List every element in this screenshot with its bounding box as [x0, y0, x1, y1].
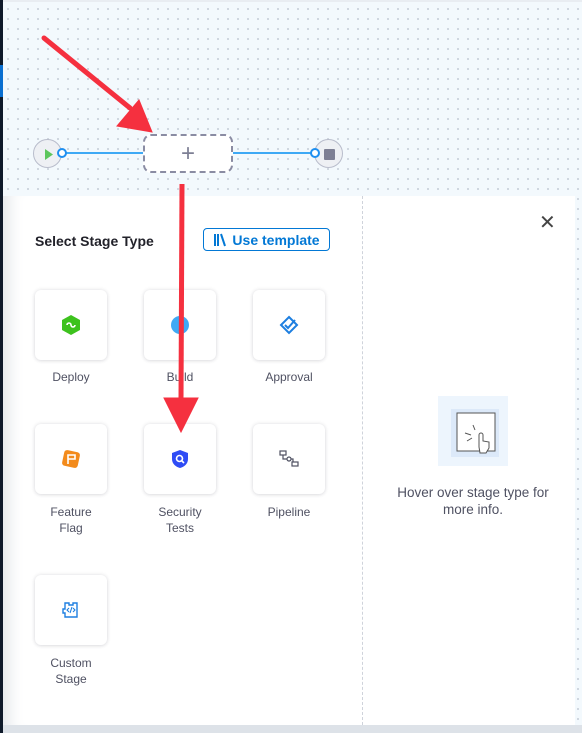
panel-divider — [362, 196, 363, 725]
stage-type-pipeline[interactable] — [253, 424, 325, 494]
hover-info-text: Hover over stage type for more info. — [397, 485, 549, 517]
deploy-icon — [62, 315, 80, 335]
stage-type-approval[interactable] — [253, 290, 325, 360]
build-icon — [171, 316, 189, 334]
add-stage-button[interactable]: + — [143, 134, 233, 173]
hand-pointer-icon — [451, 409, 499, 457]
close-icon[interactable]: ✕ — [539, 210, 556, 235]
approval-icon — [279, 315, 299, 335]
end-port — [310, 148, 320, 158]
stage-type-custom-stage[interactable] — [35, 575, 107, 645]
stage-label-deploy: Deploy — [52, 370, 90, 384]
connector-line — [64, 152, 144, 154]
stage-label-build: Build — [166, 370, 194, 384]
panel-title: Select Stage Type — [35, 233, 154, 249]
pipeline-icon — [279, 450, 299, 467]
stage-label-approval: Approval — [265, 370, 313, 384]
bottom-strip — [3, 725, 582, 733]
connector-line — [233, 152, 315, 154]
template-library-icon — [214, 233, 227, 246]
stage-type-deploy[interactable] — [35, 290, 107, 360]
hover-illustration — [438, 396, 508, 466]
stage-type-security-tests[interactable] — [144, 424, 216, 494]
hover-info: Hover over stage type for more info. — [383, 396, 563, 518]
annotation-arrow-head — [116, 99, 153, 133]
nav-active-indicator — [0, 65, 3, 97]
custom-stage-icon — [62, 602, 78, 618]
top-strip — [3, 0, 582, 2]
annotation-arrow-shaft — [41, 35, 133, 111]
stage-type-feature-flag[interactable] — [35, 424, 107, 494]
security-tests-icon — [172, 450, 188, 468]
stage-label-security-tests: Security Tests — [158, 505, 202, 535]
stage-label-pipeline: Pipeline — [267, 505, 311, 519]
plus-icon: + — [180, 139, 195, 167]
stage-label-custom-stage: Custom Stage — [50, 656, 92, 686]
select-stage-panel: Select Stage Type Use template ✕ Deploy … — [3, 196, 575, 725]
use-template-label: Use template — [232, 231, 320, 248]
start-port — [57, 148, 67, 158]
use-template-button[interactable]: Use template — [203, 228, 330, 251]
feature-flag-icon — [62, 450, 80, 468]
stage-type-build[interactable] — [144, 290, 216, 360]
stage-label-feature-flag: Feature Flag — [50, 505, 92, 535]
